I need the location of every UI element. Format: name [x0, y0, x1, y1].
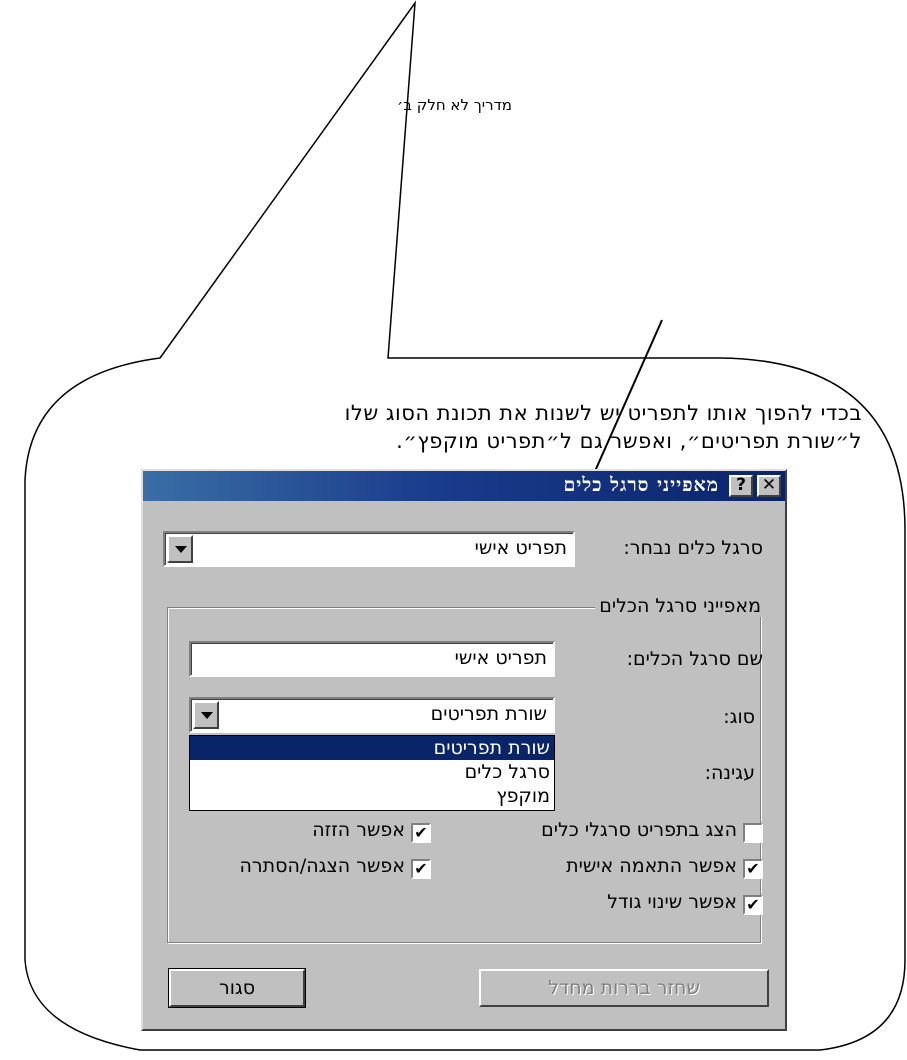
toolbar-name-input[interactable]: תפריט אישי	[189, 641, 555, 677]
selected-toolbar-label: סרגל כלים נבחר:	[623, 537, 763, 559]
dialog-titlebar: מאפייני סרגל כלים ✕ ?	[143, 471, 785, 501]
selected-toolbar-dropdown[interactable]: תפריט אישי	[163, 531, 575, 567]
checkbox-allow-moving[interactable]: ✔	[411, 823, 431, 843]
selected-toolbar-value: תפריט אישי	[474, 537, 567, 559]
toolbar-name-value: תפריט אישי	[454, 647, 547, 669]
close-button-label: סגור	[218, 977, 256, 999]
type-option-toolbar[interactable]: סרגל כלים	[190, 760, 554, 784]
checkbox-label: אפשר הצגה/הסתרה	[239, 855, 406, 877]
checkbox-allow-resizing[interactable]: ✔	[743, 895, 763, 915]
restore-defaults-button[interactable]: שחזר בררות מחדל	[479, 969, 769, 1007]
checkbox-allow-customizing[interactable]: ✔	[743, 859, 763, 879]
close-button[interactable]: סגור	[168, 968, 306, 1008]
chevron-down-icon[interactable]	[193, 701, 219, 729]
checkbox-allow-show-hide[interactable]: ✔	[411, 859, 431, 879]
close-icon[interactable]: ✕	[757, 475, 781, 497]
type-value: שורת תפריטים	[430, 703, 547, 725]
checkbox-label: אפשר שינוי גודל	[607, 891, 737, 913]
toolbar-name-label: שם סרגל הכלים:	[626, 648, 763, 670]
group-title: מאפייני סרגל הכלים	[595, 595, 765, 617]
checkbox-show-in-toolbar-menu[interactable]	[743, 823, 763, 843]
toolbar-properties-dialog: מאפייני סרגל כלים ✕ ? סרגל כלים נבחר: תפ…	[141, 469, 787, 1031]
type-options-list[interactable]: שורת תפריטים סרגל כלים מוקפץ	[189, 735, 555, 811]
chevron-down-icon[interactable]	[167, 535, 193, 563]
checkbox-label: אפשר התאמה אישית	[566, 855, 737, 877]
instruction-line-2: ל״שורת תפריטים״, ואפשר גם ל״תפריט מוקפץ״…	[396, 429, 862, 453]
docking-label: עגינה:	[704, 762, 755, 784]
type-label: סוג:	[723, 706, 755, 728]
checkbox-label: אפשר הזזה	[312, 819, 405, 841]
dialog-title: מאפייני סרגל כלים	[563, 474, 719, 496]
page-header: מדריך לא חלק ב׳	[397, 96, 512, 114]
type-option-menubar[interactable]: שורת תפריטים	[190, 736, 554, 760]
instruction-line-1: בכדי להפוך אותו לתפריט יש לשנות את תכונת…	[344, 401, 862, 425]
checkbox-label: הצג בתפריט סרגלי כלים	[541, 819, 737, 841]
restore-defaults-label: שחזר בררות מחדל	[548, 977, 700, 999]
type-dropdown[interactable]: שורת תפריטים	[189, 697, 555, 733]
help-icon[interactable]: ?	[729, 475, 753, 497]
type-option-popup[interactable]: מוקפץ	[190, 784, 554, 808]
